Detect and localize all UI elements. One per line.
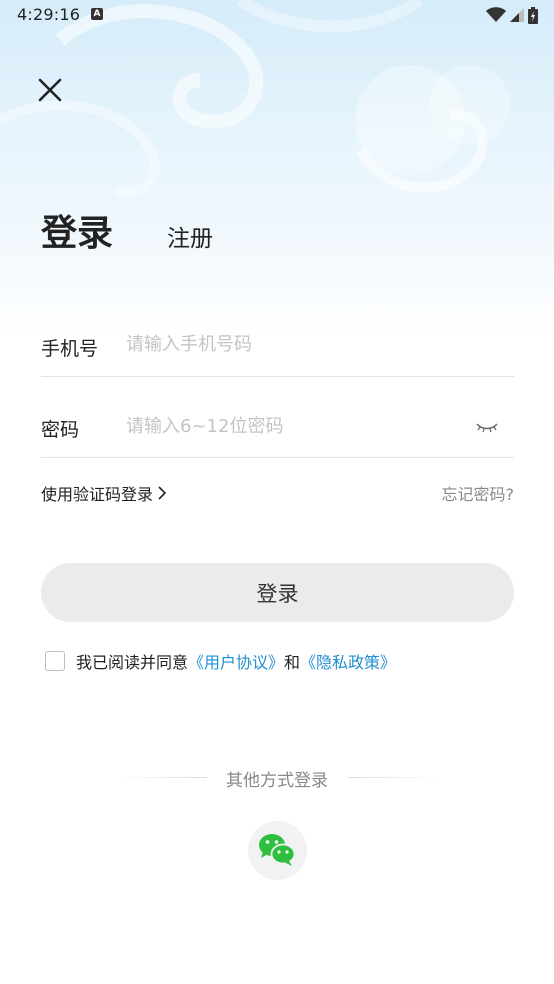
- eye-closed-icon[interactable]: [476, 421, 498, 433]
- other-login-title: 其他方式登录: [226, 771, 328, 791]
- status-icons: [486, 6, 538, 24]
- signal-icon: [510, 8, 524, 22]
- close-button[interactable]: [30, 70, 70, 110]
- status-bar: 4:29:16 A: [0, 0, 554, 30]
- wifi-icon: [486, 7, 506, 22]
- phone-input[interactable]: [126, 329, 446, 359]
- tab-login[interactable]: 登录: [41, 208, 113, 260]
- battery-icon: [528, 6, 538, 24]
- status-time: 4:29:16: [17, 5, 81, 24]
- login-button[interactable]: 登录: [41, 563, 514, 622]
- divider-line-right: [348, 777, 440, 778]
- forgot-password-link[interactable]: 忘记密码?: [442, 481, 515, 505]
- chevron-right-icon: [158, 486, 167, 500]
- sms-login-link[interactable]: 使用验证码登录: [41, 481, 168, 505]
- user-agreement-link[interactable]: 《用户协议》: [188, 649, 284, 673]
- a-notification-icon: A: [91, 8, 103, 20]
- other-login-divider: 其他方式登录: [0, 765, 554, 791]
- tab-register[interactable]: 注册: [167, 222, 213, 256]
- password-input[interactable]: [126, 411, 446, 441]
- agreement-checkbox[interactable]: [45, 651, 65, 671]
- close-icon: [38, 78, 62, 102]
- agreement-conjunction: 和: [284, 653, 301, 672]
- wechat-login-button[interactable]: [248, 821, 307, 880]
- agreement-prefix: 我已阅读并同意: [76, 653, 189, 672]
- phone-field-row: 手机号: [41, 296, 514, 377]
- phone-label: 手机号: [41, 338, 99, 360]
- password-label: 密码: [41, 419, 80, 441]
- agreement-row: 我已阅读并同意 《用户协议》 和 《隐私政策》: [45, 649, 396, 673]
- wechat-icon: [259, 834, 296, 866]
- cloud-background-decoration: [0, 0, 510, 198]
- password-field-row: 密码: [41, 377, 514, 458]
- sms-login-label: 使用验证码登录: [41, 485, 154, 504]
- login-screen: 4:29:16 A 登录 注册 手机号 密码: [0, 0, 554, 984]
- privacy-policy-link[interactable]: 《隐私政策》: [300, 649, 396, 673]
